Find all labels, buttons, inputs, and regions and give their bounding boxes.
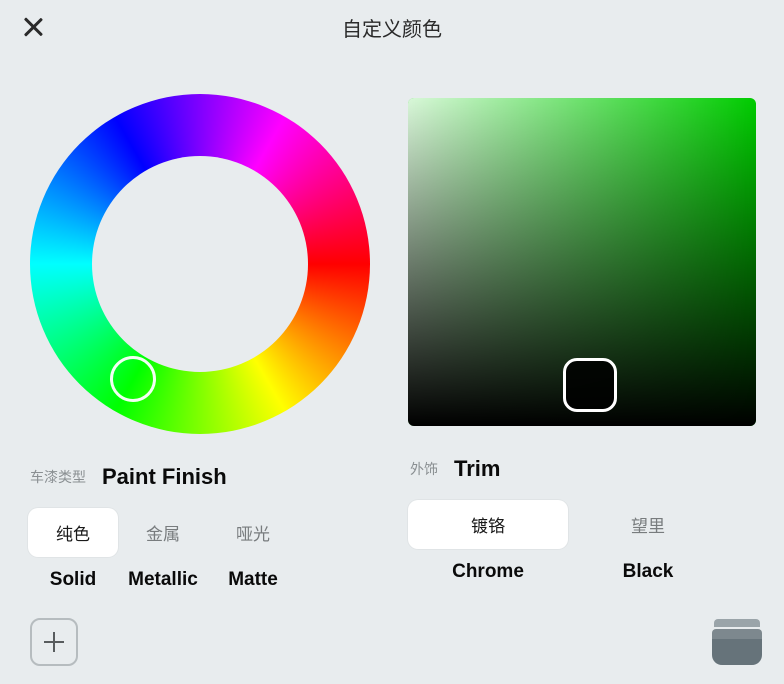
trim-main-label: Trim: [454, 456, 500, 482]
paint-option-metallic[interactable]: 金属 Metallic: [118, 508, 208, 591]
sv-selector-handle[interactable]: [563, 358, 617, 412]
paint-main-label: Paint Finish: [102, 464, 227, 490]
color-saturation-value-box[interactable]: [408, 98, 756, 426]
paint-sub-label: 车漆类型: [30, 467, 86, 487]
add-color-button[interactable]: [30, 618, 78, 666]
trim-option-chrome-en: Chrome: [452, 561, 524, 583]
left-column: 车漆类型 Paint Finish 纯色 Solid 金属 Metallic 哑…: [28, 74, 372, 591]
content: 车漆类型 Paint Finish 纯色 Solid 金属 Metallic 哑…: [0, 54, 784, 591]
plus-icon: [44, 632, 64, 652]
header: 自定义颜色: [0, 0, 784, 54]
trim-option-black-pill: 望里: [568, 500, 728, 549]
paint-finish-segment: 纯色 Solid 金属 Metallic 哑光 Matte: [28, 508, 372, 591]
trim-option-black-en: Black: [623, 561, 674, 583]
swatch-layer-icon: [712, 639, 762, 665]
swatch-layer-icon: [712, 629, 762, 639]
color-hue-wheel[interactable]: [30, 94, 370, 434]
paint-option-matte-pill: 哑光: [208, 508, 298, 557]
trim-option-chrome-pill: 镀铬: [408, 500, 568, 549]
paint-option-solid[interactable]: 纯色 Solid: [28, 508, 118, 591]
paint-finish-header: 车漆类型 Paint Finish: [30, 464, 372, 490]
hue-selector-handle[interactable]: [110, 356, 156, 402]
trim-option-chrome[interactable]: 镀铬 Chrome: [408, 500, 568, 583]
footer: [30, 618, 762, 666]
paint-option-solid-en: Solid: [50, 569, 96, 591]
trim-option-black[interactable]: 望里 Black: [568, 500, 728, 583]
trim-sub-label: 外饰: [410, 459, 438, 479]
page-title: 自定义颜色: [342, 13, 442, 42]
paint-option-solid-pill: 纯色: [28, 508, 118, 557]
swatch-layer-icon: [714, 619, 760, 627]
paint-option-matte-en: Matte: [228, 569, 278, 591]
right-column: 外饰 Trim 镀铬 Chrome 望里 Black: [408, 74, 756, 591]
paint-option-matte[interactable]: 哑光 Matte: [208, 508, 298, 591]
paint-option-metallic-en: Metallic: [128, 569, 198, 591]
paint-option-metallic-pill: 金属: [118, 508, 208, 557]
close-icon[interactable]: [22, 16, 44, 38]
trim-header: 外饰 Trim: [410, 456, 756, 482]
saved-swatches-button[interactable]: [712, 619, 762, 665]
trim-segment: 镀铬 Chrome 望里 Black: [408, 500, 756, 583]
